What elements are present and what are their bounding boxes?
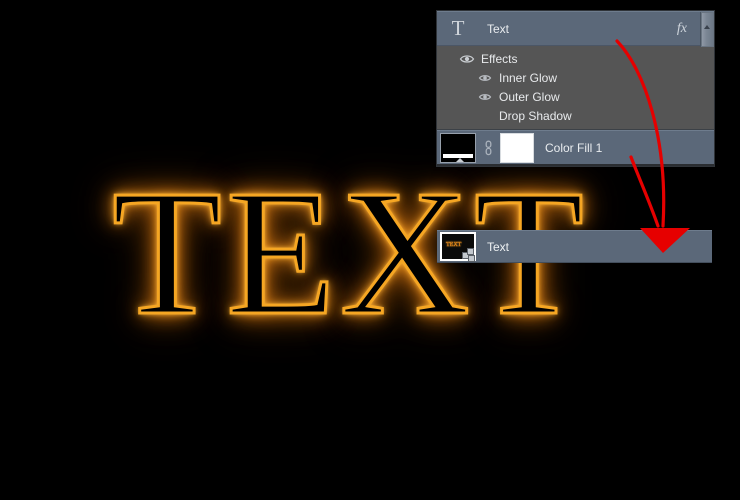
eye-icon[interactable] (477, 91, 493, 103)
eye-icon-placeholder[interactable] (477, 110, 493, 122)
text-layer-thumbnail[interactable]: TEXT (440, 232, 477, 263)
layer-mask-thumbnail[interactable] (500, 132, 534, 163)
gradient-slider-marker (456, 157, 464, 162)
effects-group-row[interactable]: Effects (437, 49, 714, 68)
panel-scrollbar[interactable] (700, 12, 714, 47)
scrollbar-thumb[interactable] (702, 13, 713, 46)
effect-label: Drop Shadow (499, 108, 572, 123)
fx-icon[interactable]: fx (677, 21, 687, 37)
layer-row-color-fill[interactable]: Color Fill 1 (437, 130, 714, 166)
layer-header-label: Text (487, 21, 510, 36)
eye-icon[interactable] (477, 72, 493, 84)
scroll-up-arrow-icon[interactable] (704, 25, 710, 29)
effect-label: Inner Glow (499, 70, 558, 85)
layers-panel: T Text fx Effects Inner Glow Outer Glow … (437, 11, 714, 166)
effects-group-label: Effects (481, 51, 518, 66)
link-icon[interactable] (481, 140, 495, 156)
type-T-icon: T (451, 16, 465, 40)
eye-icon[interactable] (459, 53, 475, 65)
layer-label-text: Text (487, 239, 510, 254)
layer-row-text-header[interactable]: T Text fx (437, 11, 714, 47)
effects-group: Effects Inner Glow Outer Glow Drop Shado… (437, 46, 714, 130)
effect-row-inner-glow[interactable]: Inner Glow (437, 68, 714, 87)
effect-row-drop-shadow[interactable]: Drop Shadow (437, 106, 714, 125)
effect-label: Outer Glow (499, 89, 560, 104)
effect-row-outer-glow[interactable]: Outer Glow (437, 87, 714, 106)
layer-label-color-fill: Color Fill 1 (545, 140, 603, 155)
layer-row-text[interactable]: TEXT Text (437, 230, 712, 263)
smart-object-badge-icon (462, 248, 477, 263)
gradient-thumbnail[interactable] (440, 132, 476, 163)
thumbnail-preview-text: TEXT (446, 242, 462, 249)
